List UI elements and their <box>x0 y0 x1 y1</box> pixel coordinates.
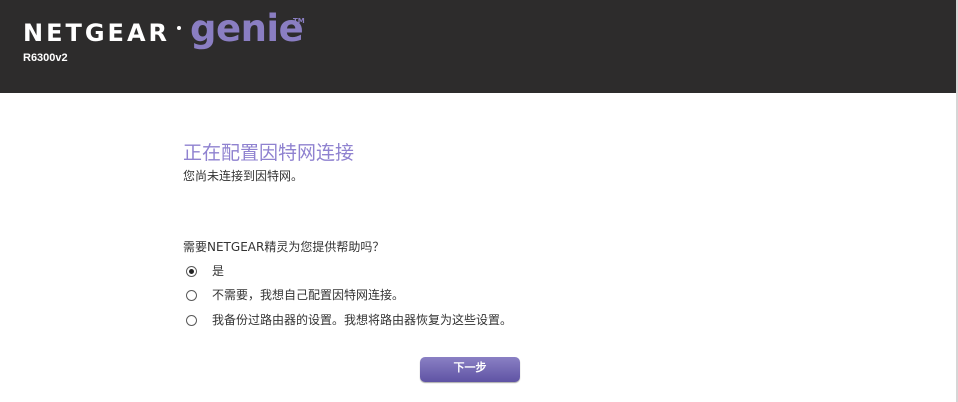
radio-yes[interactable] <box>186 265 197 277</box>
radio-manual-config[interactable] <box>186 289 197 301</box>
genie-logo: genie <box>190 7 304 50</box>
option-restore-settings[interactable]: 我备份过路由器的设置。我想将路由器恢复为这些设置。 <box>186 312 512 328</box>
option-manual-config[interactable]: 不需要，我想自己配置因特网连接。 <box>186 287 404 303</box>
help-question: 需要NETGEAR精灵为您提供帮助吗？ <box>183 240 385 254</box>
page-subtitle: 您尚未连接到因特网。 <box>183 169 304 183</box>
router-model: R6300v2 <box>23 52 68 64</box>
header-bar: NETGEAR genie TM R6300v2 <box>0 0 958 93</box>
netgear-logo: NETGEAR <box>23 19 170 47</box>
page-title: 正在配置因特网连接 <box>183 142 355 164</box>
trademark-mark: TM <box>293 17 305 25</box>
option-manual-config-label: 不需要，我想自己配置因特网连接。 <box>212 288 405 302</box>
option-restore-settings-label: 我备份过路由器的设置。我想将路由器恢复为这些设置。 <box>212 313 513 327</box>
next-button[interactable]: 下一步 <box>420 357 520 382</box>
option-yes-label: 是 <box>212 264 225 278</box>
radio-restore-settings[interactable] <box>186 314 197 326</box>
option-yes[interactable]: 是 <box>186 263 224 279</box>
logo-dot <box>177 26 181 30</box>
